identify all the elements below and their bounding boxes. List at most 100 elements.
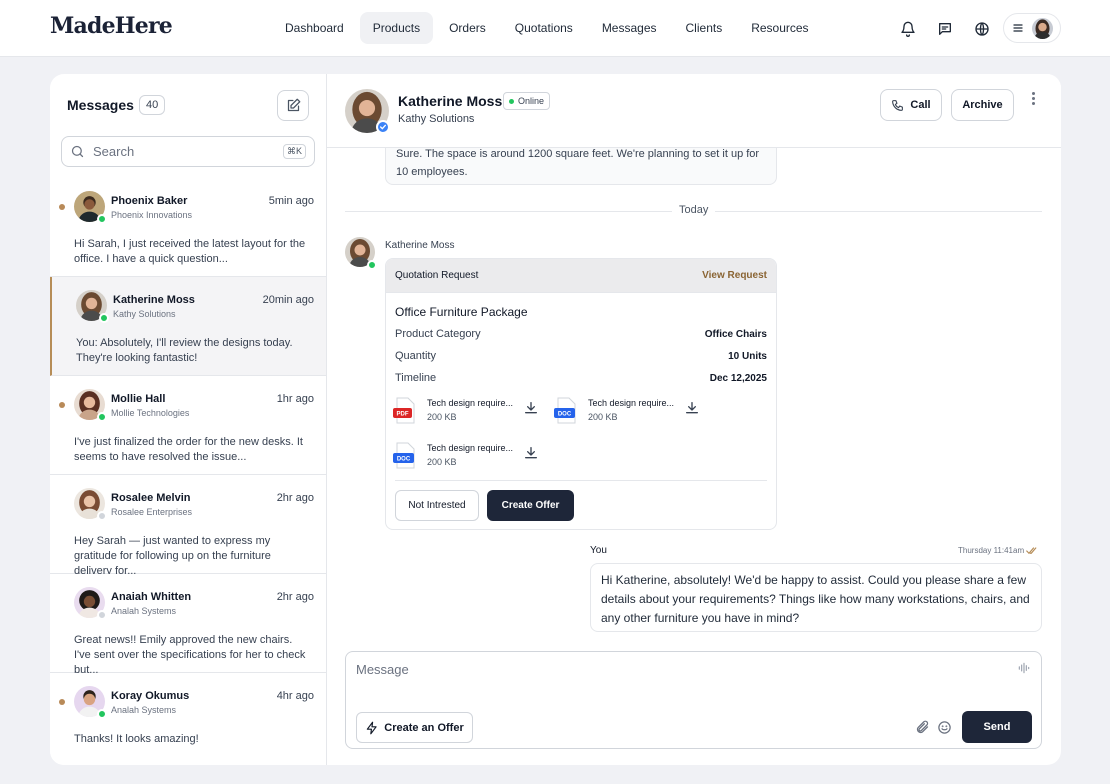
contact-name: Anaiah Whitten bbox=[111, 591, 192, 603]
create-an-offer-button[interactable]: Create an Offer bbox=[356, 712, 473, 743]
conversation-item-active[interactable]: Katherine Moss Kathy Solutions 20min ago… bbox=[50, 277, 326, 376]
pdf-file-icon: PDF bbox=[393, 397, 415, 424]
message-input[interactable] bbox=[356, 662, 956, 677]
detail-value: 10 Units bbox=[728, 351, 767, 362]
conversation-panel: Messages 40 ⌘K Phoenix Baker Phoenix Inn… bbox=[50, 74, 327, 765]
contact-company: Kathy Solutions bbox=[398, 113, 475, 125]
attachment-name: Tech design require... bbox=[588, 398, 675, 408]
nav-resources[interactable]: Resources bbox=[738, 12, 821, 44]
globe-icon[interactable] bbox=[970, 15, 993, 42]
conversation-item[interactable]: Anaiah Whitten Analah Systems 2hr ago Gr… bbox=[50, 574, 326, 676]
presence-indicator bbox=[97, 511, 107, 521]
message-composer: Create an Offer Send bbox=[345, 651, 1042, 749]
status-text: Online bbox=[518, 96, 545, 106]
attachment-size: 200 KB bbox=[427, 457, 457, 467]
compose-button[interactable] bbox=[277, 90, 309, 121]
nav-clients[interactable]: Clients bbox=[673, 12, 736, 44]
search-box: ⌘K bbox=[61, 136, 315, 167]
contact-company: Kathy Solutions bbox=[113, 309, 176, 319]
contact-company: Phoenix Innovations bbox=[111, 210, 193, 220]
message-preview: Great news!! Emily approved the new chai… bbox=[74, 634, 306, 676]
conversation-item[interactable]: Rosalee Melvin Rosalee Enterprises 2hr a… bbox=[50, 475, 326, 577]
download-icon[interactable] bbox=[523, 400, 539, 416]
contact-company: Mollie Technologies bbox=[111, 408, 190, 418]
lightning-icon bbox=[367, 721, 377, 734]
presence-indicator bbox=[97, 412, 107, 422]
message-time: 20min ago bbox=[262, 294, 314, 306]
quotation-title: Quotation Request bbox=[395, 270, 479, 281]
nav-quotations[interactable]: Quotations bbox=[502, 12, 586, 44]
voice-wave-icon[interactable] bbox=[1017, 661, 1031, 675]
detail-label: Product Category bbox=[395, 328, 481, 340]
conversation-item[interactable]: Koray Okumus Analah Systems 4hr ago Than… bbox=[50, 673, 326, 765]
svg-text:DOC: DOC bbox=[397, 457, 411, 463]
attachment[interactable]: PDF Tech design require... 200 KB bbox=[393, 397, 548, 427]
doc-file-icon: DOC bbox=[393, 442, 415, 469]
unread-dot bbox=[59, 204, 65, 210]
svg-text:PDF: PDF bbox=[397, 412, 409, 418]
messages-card: Messages 40 ⌘K Phoenix Baker Phoenix Inn… bbox=[50, 74, 1061, 765]
nav-messages[interactable]: Messages bbox=[589, 12, 670, 44]
conversation-item[interactable]: Mollie Hall Mollie Technologies 1hr ago … bbox=[50, 376, 326, 475]
brand-logo[interactable]: MadeHere bbox=[50, 13, 173, 39]
contact-name: Phoenix Baker bbox=[111, 195, 188, 207]
paperclip-icon[interactable] bbox=[915, 720, 930, 735]
date-divider-label: Today bbox=[672, 204, 716, 216]
chat-header: Katherine Moss Online Kathy Solutions Ca… bbox=[327, 74, 1061, 148]
attachment-size: 200 KB bbox=[588, 412, 618, 422]
create-an-offer-label: Create an Offer bbox=[384, 721, 464, 734]
sender-name: Katherine Moss bbox=[385, 240, 455, 251]
detail-value: Office Chairs bbox=[704, 329, 767, 340]
verified-icon bbox=[376, 120, 390, 134]
download-icon[interactable] bbox=[684, 400, 700, 416]
presence-indicator bbox=[97, 610, 107, 620]
message-preview: Thanks! It looks amazing! bbox=[74, 733, 199, 745]
presence-indicator bbox=[97, 709, 107, 719]
bell-icon[interactable] bbox=[896, 15, 919, 42]
user-menu[interactable] bbox=[1003, 13, 1061, 43]
search-icon bbox=[71, 145, 84, 158]
send-button[interactable]: Send bbox=[962, 711, 1032, 743]
unread-dot bbox=[59, 402, 65, 408]
archive-button[interactable]: Archive bbox=[951, 89, 1014, 121]
presence-indicator bbox=[367, 260, 377, 270]
download-icon[interactable] bbox=[523, 445, 539, 461]
contact-name: Katherine Moss bbox=[113, 294, 195, 306]
not-interested-button[interactable]: Not Intrested bbox=[395, 490, 479, 521]
more-options-icon[interactable] bbox=[1027, 90, 1039, 106]
nav-orders[interactable]: Orders bbox=[436, 12, 499, 44]
message-preview: I've just finalized the order for the ne… bbox=[74, 436, 303, 463]
chat-icon[interactable] bbox=[933, 15, 956, 42]
messages-title: Messages bbox=[67, 97, 134, 113]
read-receipt-icon bbox=[1026, 546, 1037, 554]
view-request-link[interactable]: View Request bbox=[702, 270, 767, 281]
detail-label: Timeline bbox=[395, 372, 437, 384]
attachment[interactable]: DOC Tech design require... 200 KB bbox=[554, 397, 709, 427]
message-preview: You: Absolutely, I'll review the designs… bbox=[76, 337, 293, 364]
top-bar: MadeHere Dashboard Products Orders Quota… bbox=[0, 0, 1110, 57]
doc-file-icon: DOC bbox=[554, 397, 576, 424]
message-preview: Hi Sarah, I just received the latest lay… bbox=[74, 238, 306, 265]
chat-panel: Katherine Moss Online Kathy Solutions Ca… bbox=[327, 74, 1061, 765]
reply-time: Thursday 11:41am bbox=[958, 546, 1025, 555]
create-offer-button[interactable]: Create Offer bbox=[487, 490, 574, 521]
nav-dashboard[interactable]: Dashboard bbox=[272, 12, 357, 44]
attachment[interactable]: DOC Tech design require... 200 KB bbox=[393, 442, 548, 472]
phone-icon bbox=[892, 99, 904, 111]
package-name: Office Furniture Package bbox=[395, 305, 528, 319]
contact-name: Rosalee Melvin bbox=[111, 492, 191, 504]
call-button[interactable]: Call bbox=[880, 89, 942, 121]
conversation-item[interactable]: Phoenix Baker Phoenix Innovations 5min a… bbox=[50, 178, 326, 277]
quotation-separator bbox=[395, 480, 767, 481]
attachment-name: Tech design require... bbox=[427, 443, 514, 453]
reply-timestamp: Thursday 11:41am bbox=[958, 546, 1038, 555]
search-input[interactable] bbox=[93, 144, 283, 159]
quotation-header: Quotation Request View Request bbox=[386, 259, 776, 293]
emoji-icon[interactable] bbox=[937, 720, 952, 735]
status-badge: Online bbox=[503, 92, 551, 110]
online-dot bbox=[509, 98, 514, 104]
message-time: 2hr ago bbox=[276, 591, 314, 603]
contact-company: Analah Systems bbox=[111, 606, 177, 616]
nav-products[interactable]: Products bbox=[359, 12, 434, 44]
contact-name: Katherine Moss bbox=[398, 93, 503, 109]
